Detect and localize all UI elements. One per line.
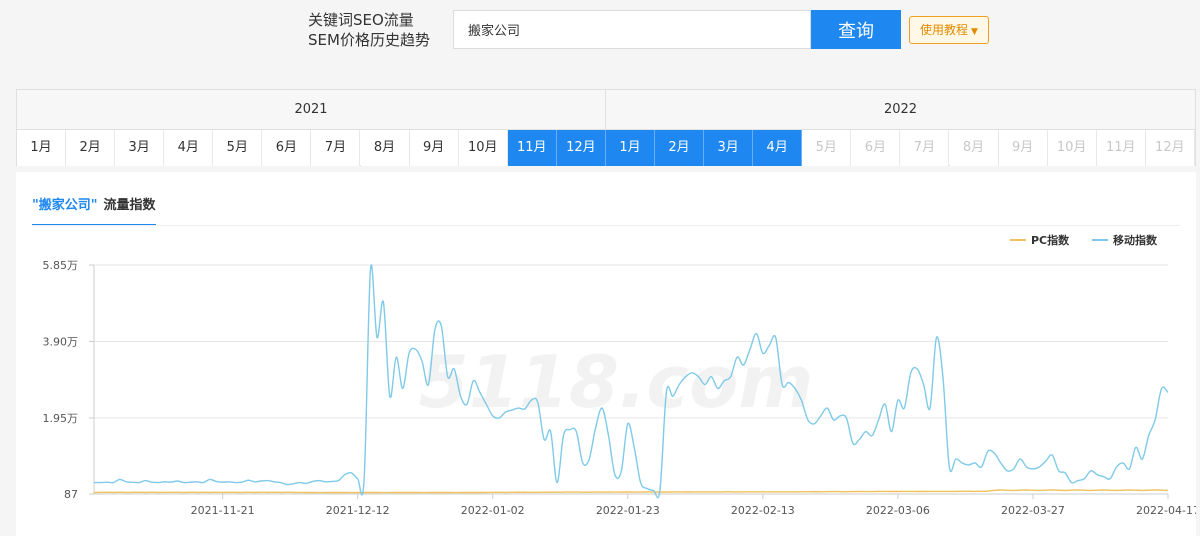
traffic-panel: "搬家公司" 流量指数 PC指数 移动指数 5118.com 87 1.95万 3.90… (16, 172, 1196, 536)
tool-title-line1: 关键词SEO流量 (308, 11, 414, 29)
tutorial-dropdown-button[interactable]: 使用教程 ▼ (909, 16, 989, 44)
caret-down-icon: ▼ (971, 27, 978, 37)
x-tick-label: 2022-02-13 (731, 504, 795, 517)
y-tick-label: 87 (64, 488, 78, 501)
series-line-pc (94, 489, 1169, 494)
month-2021-8[interactable]: 8月 (360, 130, 410, 166)
search-header: 关键词SEO流量 SEM价格历史趋势 查询 使用教程▼ (0, 0, 1200, 90)
month-2022-6: 6月 (851, 130, 901, 166)
tool-title-line2: SEM价格历史趋势 (308, 31, 430, 49)
month-2022-10: 10月 (1047, 130, 1097, 166)
y-tick-label: 5.85万 (43, 259, 79, 272)
x-tick-label: 2021-12-12 (326, 504, 390, 517)
tool-title: 关键词SEO流量 SEM价格历史趋势 (308, 10, 448, 50)
month-2022-2[interactable]: 2月 (655, 130, 705, 166)
month-2021-6[interactable]: 6月 (262, 130, 312, 166)
month-2022-9: 9月 (998, 130, 1048, 166)
month-2021-5[interactable]: 5月 (213, 130, 263, 166)
x-tick-label: 2022-03-27 (1001, 504, 1065, 517)
x-tick-label: 2021-11-21 (191, 504, 255, 517)
x-tick-label: 2022-04-17 (1136, 504, 1196, 517)
year-header-2022: 2022 (606, 90, 1195, 130)
month-2021-12[interactable]: 12月 (556, 130, 606, 166)
month-2021-10[interactable]: 10月 (458, 130, 508, 166)
month-2022-7: 7月 (900, 130, 950, 166)
x-tick-label: 2022-01-02 (461, 504, 525, 517)
watermark: 5118.com (419, 340, 814, 424)
month-2022-5: 5月 (802, 130, 852, 166)
month-2022-12: 12月 (1145, 130, 1195, 166)
month-2022-8: 8月 (949, 130, 999, 166)
year-row: 2021 2022 (17, 90, 1195, 130)
y-tick-label: 3.90万 (43, 335, 79, 348)
x-tick-label: 2022-01-23 (596, 504, 660, 517)
keyword-search-input[interactable] (453, 10, 811, 49)
month-2021-1[interactable]: 1月 (17, 130, 66, 166)
month-2022-4[interactable]: 4月 (753, 130, 803, 166)
month-2022-1[interactable]: 1月 (605, 130, 655, 166)
month-2021-11[interactable]: 11月 (507, 130, 557, 166)
month-row: 1月 2月 3月 4月 5月 6月 7月 8月 9月 10月 11月 12月 1月 2月 3月 4月 5月 6月 7… (17, 130, 1195, 166)
year-header-2021: 2021 (17, 90, 606, 130)
month-2022-11: 11月 (1096, 130, 1146, 166)
month-2021-7[interactable]: 7月 (311, 130, 361, 166)
search-button[interactable]: 查询 (811, 10, 901, 49)
month-2021-4[interactable]: 4月 (164, 130, 214, 166)
traffic-line-chart: 5118.com 87 1.95万 3.90万 5.85万 2021-11-21 2021-… (43, 259, 1197, 517)
month-2021-3[interactable]: 3月 (115, 130, 165, 166)
month-2022-3[interactable]: 3月 (704, 130, 754, 166)
x-tick-label: 2022-03-06 (866, 504, 930, 517)
month-2021-9[interactable]: 9月 (409, 130, 459, 166)
month-2021-2[interactable]: 2月 (66, 130, 116, 166)
tutorial-button-label: 使用教程 (920, 23, 969, 37)
y-tick-label: 1.95万 (43, 412, 79, 425)
month-selector: 2021 2022 1月 2月 3月 4月 5月 6月 7月 8月 9月 10月 11月 12月 1月 2… (16, 89, 1196, 166)
